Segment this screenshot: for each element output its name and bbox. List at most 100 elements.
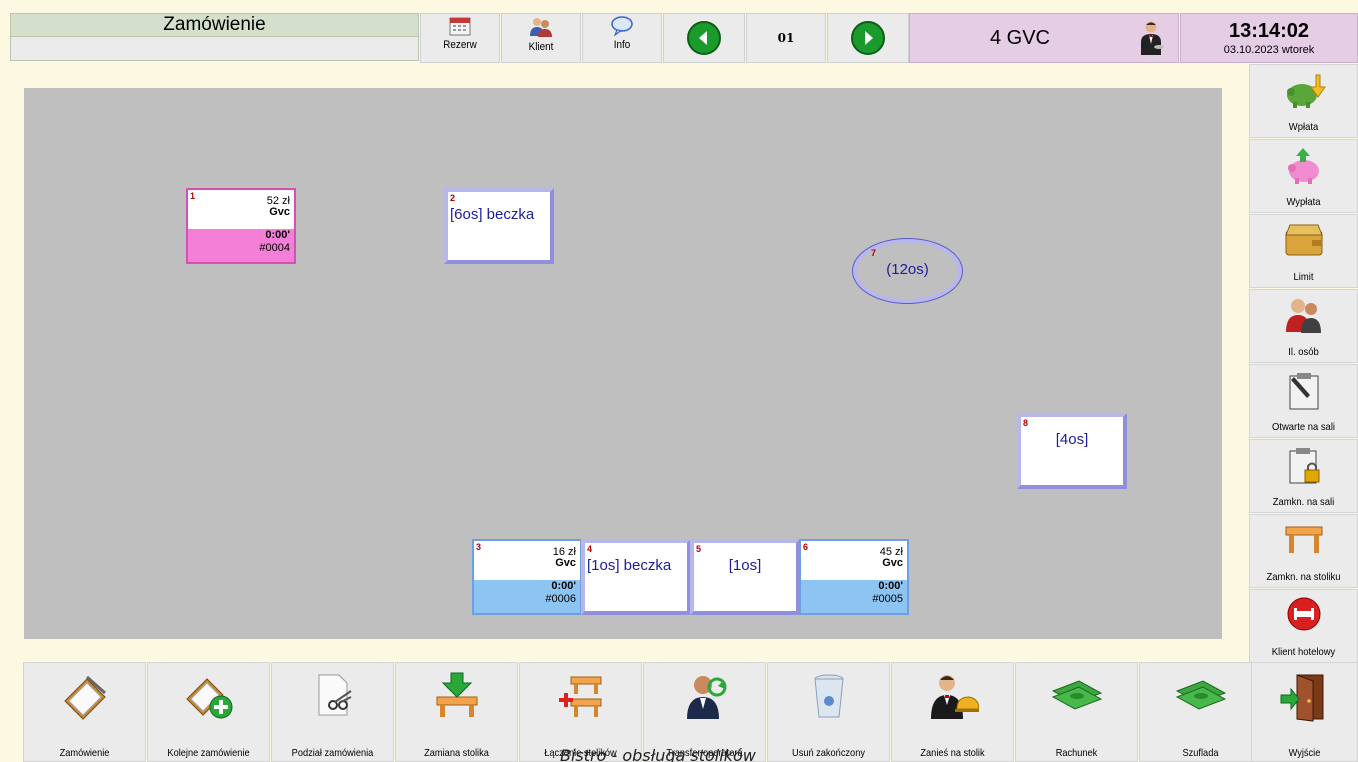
table-8-label: [4os] xyxy=(1055,431,1089,448)
limit-button[interactable]: Limit xyxy=(1249,214,1358,288)
hotel-bed-icon xyxy=(1287,597,1320,631)
floor-plan: 52 zł Gvc 0:00' #0004 1 2 [6os] beczka 7… xyxy=(24,88,1222,639)
bill-button[interactable]: Rachunek xyxy=(1015,662,1138,762)
calendar-icon xyxy=(449,17,471,36)
delete-finished-label: Usuń zakończony xyxy=(792,747,865,759)
clock-time: 13:14:02 xyxy=(1228,20,1310,42)
operator-transfer-icon xyxy=(686,676,726,719)
next-order-label: Kolejne zamówienie xyxy=(167,747,250,759)
next-page-button[interactable] xyxy=(827,13,909,63)
table-3-bottom: 0:00' #0006 xyxy=(474,580,580,613)
deposit-button[interactable]: Wpłata xyxy=(1249,64,1358,138)
table-6-bottom: 0:00' #0005 xyxy=(801,580,907,613)
hotel-guest-label: Klient hotelowy xyxy=(1271,646,1336,658)
cash-drawer-label: Szuflada xyxy=(1182,747,1219,759)
waiter-icon xyxy=(1141,21,1164,55)
table-6-top: 45 zł Gvc xyxy=(801,541,907,578)
arrow-left-icon xyxy=(687,21,721,55)
station-label: 4 GVC xyxy=(989,27,1051,49)
guest-count-button[interactable]: Il. osób xyxy=(1249,289,1358,363)
order-label: Zamówienie xyxy=(59,747,110,759)
closed-on-table-button[interactable]: Zamkn. na stoliku xyxy=(1249,514,1358,588)
table-1-time: 0:00' xyxy=(265,229,290,241)
next-order-button[interactable]: Kolejne zamówienie xyxy=(147,662,270,762)
serve-to-table-button[interactable]: Zanieś na stolik xyxy=(891,662,1014,762)
table-8-number: 8 xyxy=(1023,418,1029,428)
page-title: Zamówienie xyxy=(11,14,418,36)
wallet-icon xyxy=(1284,224,1323,256)
table-6-client: Gvc xyxy=(882,557,903,569)
client-label: Klient xyxy=(528,41,554,53)
reservation-button[interactable]: Rezerw xyxy=(420,13,500,63)
withdraw-button[interactable]: Wypłata xyxy=(1249,139,1358,213)
table-7[interactable]: 7 (12os) xyxy=(852,238,963,304)
info-button[interactable]: Info xyxy=(582,13,662,63)
table-3[interactable]: 16 zł Gvc 0:00' #0006 3 xyxy=(472,539,582,615)
pig-deposit-icon xyxy=(1286,74,1326,108)
table-3-top: 16 zł Gvc xyxy=(474,541,580,578)
table-5[interactable]: 5 [1os] xyxy=(690,539,800,615)
table-4[interactable]: 4 [1os] beczka xyxy=(581,539,691,615)
clock-date: 03.10.2023 wtorek xyxy=(1223,44,1315,56)
people-count-icon xyxy=(1285,299,1321,333)
money-drawer-icon xyxy=(1175,680,1226,710)
table-5-label: [1os] xyxy=(728,557,762,574)
waiter-serve-icon xyxy=(930,675,979,719)
table-6-order: #0005 xyxy=(872,593,903,605)
table-4-label: [1os] beczka xyxy=(587,557,672,574)
scissors-icon xyxy=(318,674,352,716)
page-subtitle xyxy=(11,36,418,60)
order-button[interactable]: Zamówienie xyxy=(23,662,146,762)
prev-page-button[interactable] xyxy=(663,13,745,63)
hotel-guest-button[interactable]: Klient hotelowy xyxy=(1249,589,1358,663)
closed-in-room-label: Zamkn. na sali xyxy=(1272,496,1335,508)
table-6[interactable]: 45 zł Gvc 0:00' #0005 6 xyxy=(799,539,909,615)
table-2-label: [6os] beczka xyxy=(450,206,535,223)
order-title-box: Zamówienie xyxy=(10,13,419,61)
page-number: 01 xyxy=(746,13,826,63)
guest-count-label: Il. osób xyxy=(1288,346,1319,358)
table-1-order: #0004 xyxy=(259,242,290,254)
table-6-number: 6 xyxy=(803,542,809,552)
table-1[interactable]: 52 zł Gvc 0:00' #0004 1 xyxy=(186,188,296,264)
table-7-label: (12os) xyxy=(886,261,929,278)
station-panel[interactable]: 4 GVC xyxy=(909,13,1179,63)
delete-finished-button[interactable]: Usuń zakończony xyxy=(767,662,890,762)
clipboard-lock-icon xyxy=(1289,448,1319,484)
clock-panel: 13:14:02 03.10.2023 wtorek xyxy=(1180,13,1358,63)
bill-label: Rachunek xyxy=(1055,747,1098,759)
cash-drawer-button[interactable]: Szuflada xyxy=(1139,662,1262,762)
exit-button[interactable]: Wyjście xyxy=(1251,662,1358,762)
speech-bubble-icon xyxy=(611,16,633,36)
change-table-button[interactable]: Zamiana stolika xyxy=(395,662,518,762)
table-2-number: 2 xyxy=(450,193,456,203)
table-1-client: Gvc xyxy=(269,206,290,218)
image-caption: Bistro - obsługa stolików xyxy=(560,746,756,762)
trash-icon xyxy=(813,674,844,718)
table-6-time: 0:00' xyxy=(878,580,903,592)
table-1-top: 52 zł Gvc xyxy=(188,190,294,227)
top-bar: Zamówienie Rezerw Klient Info 01 4 GVC 1… xyxy=(0,0,1358,64)
closed-in-room-button[interactable]: Zamkn. na sali xyxy=(1249,439,1358,513)
side-panel: Wpłata Wypłata Limit Il. osób Otwarte na… xyxy=(1249,64,1358,664)
serve-to-table-label: Zanieś na stolik xyxy=(920,747,985,759)
open-in-room-label: Otwarte na sali xyxy=(1271,421,1336,433)
table-7-number: 7 xyxy=(871,248,877,258)
closed-on-table-label: Zamkn. na stoliku xyxy=(1266,571,1341,583)
change-table-label: Zamiana stolika xyxy=(424,747,489,759)
table-4-number: 4 xyxy=(587,544,593,554)
client-button[interactable]: Klient xyxy=(501,13,581,63)
deposit-label: Wpłata xyxy=(1288,121,1319,133)
table-2[interactable]: 2 [6os] beczka xyxy=(444,188,554,264)
limit-label: Limit xyxy=(1293,271,1314,283)
split-order-label: Podział zamówienia xyxy=(291,747,374,759)
table-5-number: 5 xyxy=(696,544,702,554)
pig-withdraw-icon xyxy=(1287,148,1319,184)
open-in-room-button[interactable]: Otwarte na sali xyxy=(1249,364,1358,438)
money-icon xyxy=(1051,680,1102,710)
clipboard-pen-icon xyxy=(1289,373,1318,410)
exit-door-icon xyxy=(1280,674,1323,722)
info-label: Info xyxy=(613,39,631,51)
table-8[interactable]: 8 [4os] xyxy=(1017,413,1127,489)
split-order-button[interactable]: Podział zamówienia xyxy=(271,662,394,762)
